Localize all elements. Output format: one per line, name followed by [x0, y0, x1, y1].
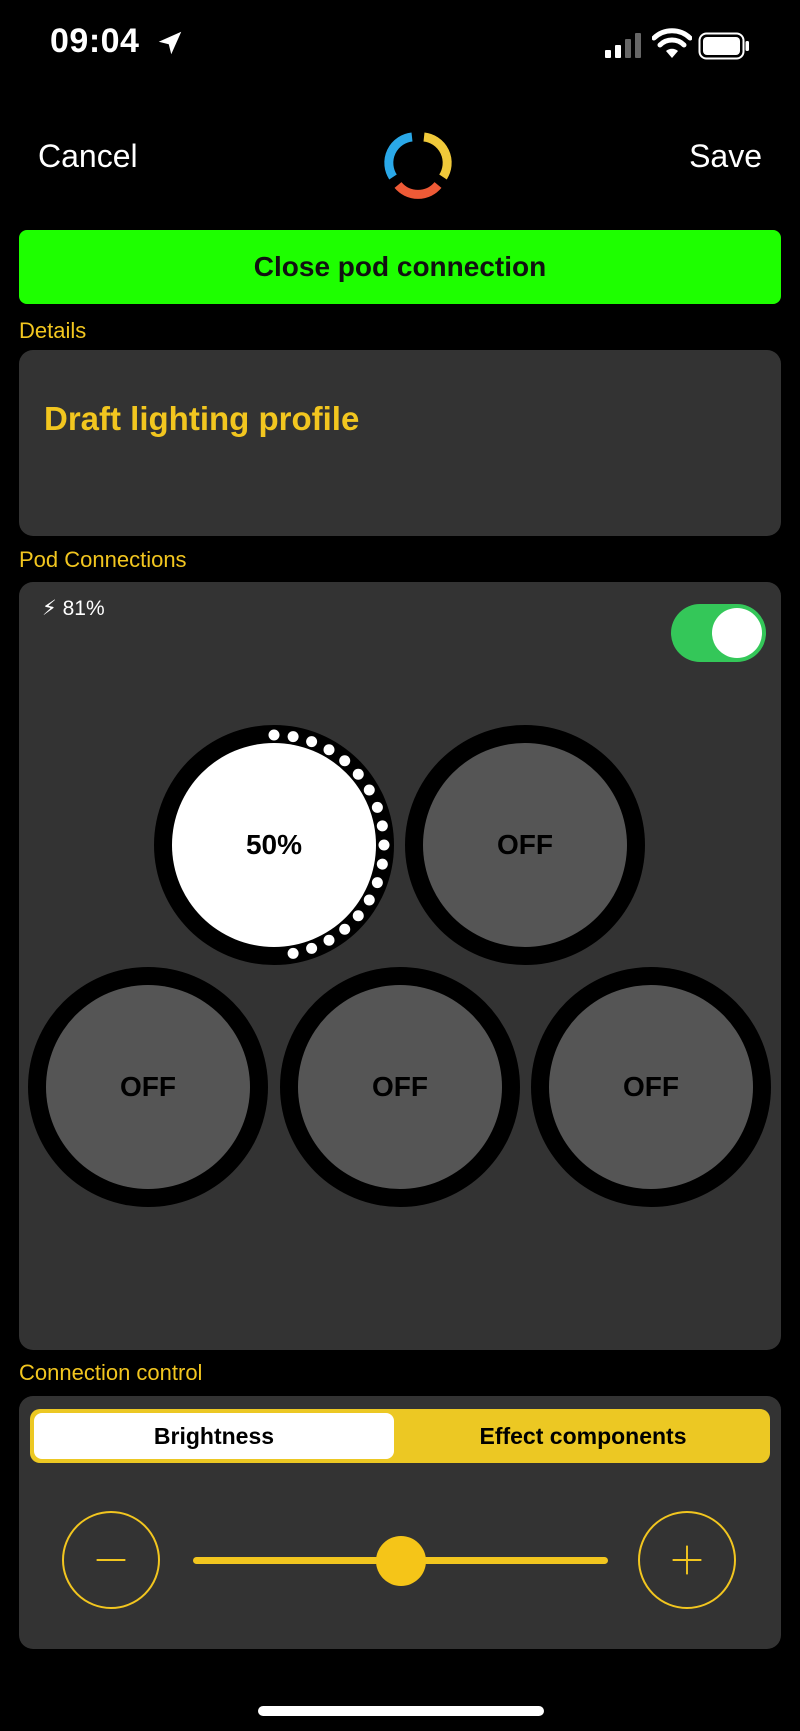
brightness-dot	[287, 731, 299, 743]
pod-3[interactable]: OFF	[28, 967, 268, 1207]
pod-5[interactable]: OFF	[531, 967, 771, 1207]
brightness-dot	[339, 923, 351, 935]
tab-effect-components[interactable]: Effect components	[400, 1413, 766, 1459]
increase-button[interactable]	[638, 1511, 736, 1609]
brightness-dot	[268, 729, 280, 741]
pod-connections-card	[19, 582, 781, 1350]
pod-connections-section-label: Pod Connections	[19, 547, 187, 572]
pod-2[interactable]: OFF	[405, 725, 645, 965]
brightness-dot	[363, 894, 375, 906]
brightness-dot	[323, 744, 335, 756]
close-pod-connection-button[interactable]: Close pod connection	[19, 230, 781, 304]
app-logo-icon	[384, 132, 452, 199]
pod-connection-toggle[interactable]	[671, 604, 766, 662]
brightness-dot	[363, 784, 375, 796]
save-button[interactable]: Save	[689, 138, 762, 175]
pod-3-label: OFF	[46, 985, 250, 1189]
brightness-dot	[376, 858, 388, 870]
pod-4-label: OFF	[298, 985, 502, 1189]
brightness-dot	[306, 736, 318, 748]
brightness-dot	[352, 910, 364, 922]
pod-4[interactable]: OFF	[280, 967, 520, 1207]
brightness-dot	[371, 801, 383, 813]
pod-1[interactable]: 50%	[154, 725, 394, 965]
location-arrow-icon	[158, 31, 182, 55]
pod-5-label: OFF	[549, 985, 753, 1189]
brightness-dot	[339, 755, 351, 767]
brightness-dot	[378, 839, 390, 851]
tab-brightness[interactable]: Brightness	[34, 1413, 394, 1459]
control-mode-segmented: Brightness Effect components	[30, 1409, 770, 1463]
plus-icon	[672, 1545, 702, 1575]
brightness-slider-thumb[interactable]	[376, 1536, 426, 1586]
pod-battery-level: ⚡︎ 81%	[42, 597, 105, 620]
details-card	[19, 350, 781, 536]
profile-name[interactable]: Draft lighting profile	[44, 400, 359, 438]
brightness-dot	[371, 877, 383, 889]
cellular-signal-icon	[605, 33, 641, 58]
minus-icon	[96, 1559, 126, 1561]
brightness-dot	[323, 934, 335, 946]
wifi-icon	[652, 28, 692, 58]
pod-2-label: OFF	[423, 743, 627, 947]
brightness-dot	[352, 768, 364, 780]
brightness-dot	[376, 820, 388, 832]
cancel-button[interactable]: Cancel	[38, 138, 138, 175]
status-time: 09:04	[50, 22, 140, 60]
connection-control-section-label: Connection control	[19, 1360, 203, 1385]
brightness-dot	[306, 942, 318, 954]
brightness-dot	[287, 947, 299, 959]
pod-1-label: 50%	[172, 743, 376, 947]
details-section-label: Details	[19, 318, 87, 343]
home-indicator[interactable]	[258, 1706, 544, 1716]
battery-icon	[698, 32, 749, 60]
decrease-button[interactable]	[62, 1511, 160, 1609]
toggle-knob	[712, 608, 762, 658]
